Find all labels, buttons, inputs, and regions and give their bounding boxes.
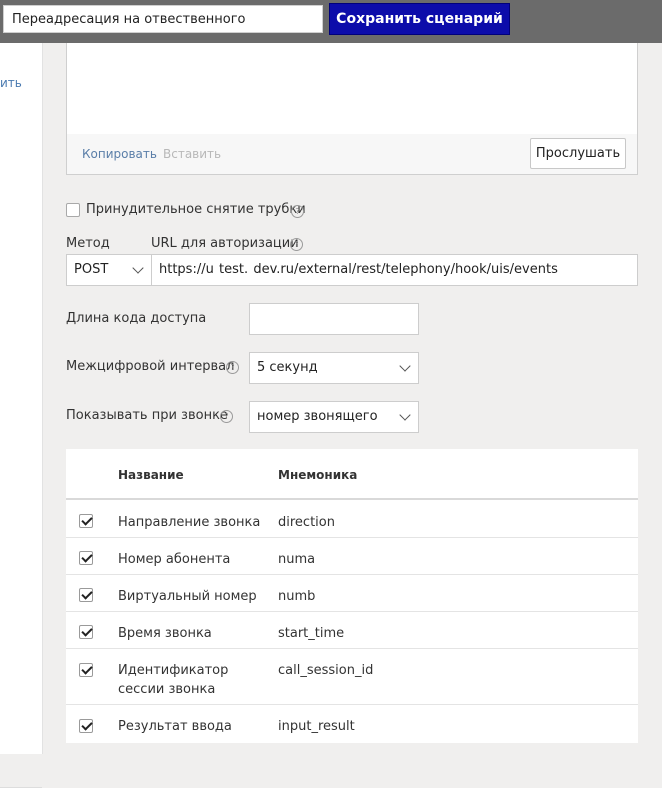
show-on-call-value: номер звонящего (257, 409, 378, 424)
table-row: Номер абонента numa (66, 538, 638, 575)
row-mnemonic: call_session_id (278, 663, 374, 678)
row-name: Номер абонента (118, 552, 231, 567)
save-scenario-button[interactable]: Сохранить сценарий (329, 3, 510, 35)
row-name: Идентификатор сессии звонка (118, 663, 229, 697)
row-name: Виртуальный номер (118, 589, 257, 604)
left-panel-link[interactable]: ить (0, 76, 22, 90)
chevron-down-icon (399, 409, 411, 421)
row-mnemonic: direction (278, 515, 335, 530)
help-icon[interactable]: ? (291, 205, 304, 218)
table-row: Результат ввода input_result (66, 705, 638, 743)
interval-select[interactable]: 5 секунд (249, 352, 419, 384)
url-label: URL для авторизации (151, 236, 299, 251)
table-row: Идентификатор сессии звонка call_session… (66, 649, 638, 705)
show-on-call-label: Показывать при звонке (66, 408, 228, 423)
row-checkbox[interactable] (79, 663, 93, 677)
row-mnemonic: input_result (278, 719, 355, 734)
row-name: Направление звонка (118, 515, 261, 530)
interval-value: 5 секунд (257, 360, 318, 375)
copy-link[interactable]: Копировать (82, 147, 157, 161)
parameters-table: Название Мнемоника Направление звонка di… (66, 449, 638, 743)
access-code-label: Длина кода доступа (66, 311, 207, 326)
interval-label: Межцифровой интервал (66, 359, 235, 374)
url-input[interactable]: https://u test. dev.ru/external/rest/tel… (151, 254, 638, 286)
method-value: POST (74, 262, 109, 277)
force-pickup-checkbox[interactable] (66, 203, 80, 217)
row-mnemonic: numa (278, 552, 316, 567)
force-pickup-label: Принудительное снятие трубки (86, 202, 306, 217)
message-toolbar: Копировать Вставить Прослушать (67, 134, 637, 174)
method-label: Метод (66, 236, 110, 251)
scenario-name-input[interactable]: Переадресация на отвественного (3, 5, 323, 33)
row-checkbox[interactable] (79, 625, 93, 639)
table-row: Виртуальный номер numb (66, 575, 638, 612)
help-icon[interactable]: ? (220, 410, 233, 423)
access-code-input[interactable] (249, 303, 419, 335)
top-bar: Переадресация на отвественного Сохранить… (0, 0, 662, 43)
left-panel: ить (0, 43, 43, 788)
message-box: Копировать Вставить Прослушать (66, 43, 638, 175)
table-row: Направление звонка direction (66, 500, 638, 538)
message-textarea[interactable] (67, 43, 637, 135)
show-on-call-select[interactable]: номер звонящего (249, 401, 419, 433)
row-checkbox[interactable] (79, 588, 93, 602)
column-header-mnemonic: Мнемоника (278, 468, 358, 482)
paste-link[interactable]: Вставить (163, 147, 221, 161)
row-mnemonic: start_time (278, 626, 345, 641)
table-row: Время звонка start_time (66, 612, 638, 649)
help-icon[interactable]: ? (290, 238, 303, 251)
row-mnemonic: numb (278, 589, 316, 604)
row-checkbox[interactable] (79, 551, 93, 565)
listen-button[interactable]: Прослушать (530, 138, 626, 169)
help-icon[interactable]: ? (226, 361, 239, 374)
row-name: Время звонка (118, 626, 212, 641)
row-checkbox[interactable] (79, 719, 93, 733)
row-name: Результат ввода (118, 719, 232, 734)
chevron-down-icon (399, 360, 411, 372)
method-select[interactable]: POST (66, 254, 152, 286)
row-checkbox[interactable] (79, 514, 93, 528)
column-header-name: Название (118, 468, 184, 482)
chevron-down-icon (132, 262, 144, 274)
